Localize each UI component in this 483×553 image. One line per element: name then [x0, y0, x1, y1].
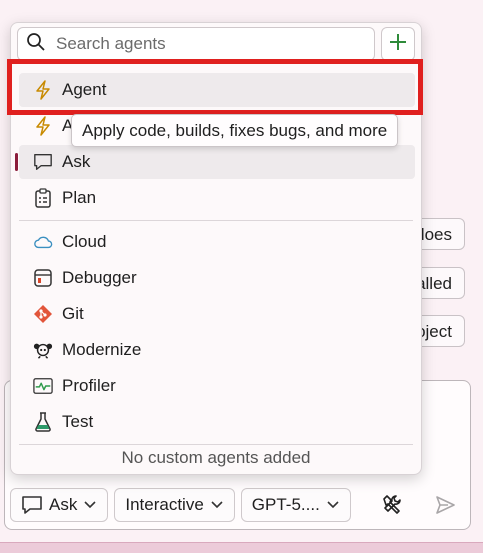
debugger-window-icon — [33, 268, 53, 288]
agent-item-label: Debugger — [62, 268, 137, 287]
divider — [19, 220, 413, 221]
agent-item-label: Ask — [62, 152, 91, 171]
search-input[interactable] — [54, 33, 358, 55]
cloud-icon — [33, 232, 53, 252]
search-row — [17, 27, 415, 63]
agent-item-label: Test — [62, 412, 94, 431]
divider — [19, 444, 413, 445]
wrench-tools-icon[interactable] — [380, 492, 406, 518]
agent-item-cloud[interactable]: Cloud — [19, 225, 415, 259]
agent-item-test[interactable]: Test — [19, 405, 415, 439]
chat-bubble-icon — [33, 152, 53, 172]
add-agent-button[interactable] — [381, 27, 415, 61]
agent-item-plan[interactable]: Plan — [19, 181, 415, 215]
agent-item-profiler[interactable]: Profiler — [19, 369, 415, 403]
profiler-icon — [33, 376, 53, 396]
chevron-down-icon — [210, 500, 224, 510]
agent-item-label: Modernize — [62, 340, 142, 359]
bottom-strip — [0, 542, 483, 553]
chevron-down-icon — [326, 500, 340, 510]
chat-toolbar: Ask Interactive GPT-5.... — [10, 488, 351, 522]
no-custom-agents-text: No custom agents added — [121, 448, 311, 467]
interaction-dropdown[interactable]: Interactive — [114, 488, 235, 522]
model-dropdown[interactable]: GPT-5.... — [240, 488, 351, 522]
test-flask-icon — [33, 412, 53, 432]
agent-item-label: Git — [62, 304, 84, 323]
mode-dropdown[interactable]: Ask — [10, 488, 109, 522]
agent-item-label: Profiler — [62, 376, 116, 395]
selected-indicator — [15, 153, 18, 171]
chat-bubble-icon — [21, 495, 43, 515]
interaction-label: Interactive — [125, 495, 204, 514]
agent-item-label: Cloud — [62, 232, 107, 251]
model-label: GPT-5.... — [251, 495, 320, 514]
highlight-box — [7, 59, 423, 115]
agent-item-debugger[interactable]: Debugger — [19, 261, 415, 295]
agent-item-git[interactable]: Git — [19, 297, 415, 331]
send-icon[interactable] — [434, 494, 456, 516]
git-icon — [33, 304, 53, 324]
agent-item-label: Plan — [62, 188, 97, 207]
agent-tooltip: Apply code, builds, fixes bugs, and more — [71, 114, 399, 147]
plus-icon — [388, 32, 408, 57]
search-box[interactable] — [17, 27, 375, 61]
search-icon — [26, 32, 46, 57]
chevron-down-icon — [83, 500, 97, 510]
mode-label: Ask — [49, 495, 78, 514]
modernize-icon — [33, 340, 53, 360]
lightning-icon — [33, 116, 53, 136]
clipboard-icon — [33, 188, 53, 208]
agent-item-ask[interactable]: Ask — [15, 145, 415, 179]
agent-item-modernize[interactable]: Modernize — [19, 333, 415, 367]
